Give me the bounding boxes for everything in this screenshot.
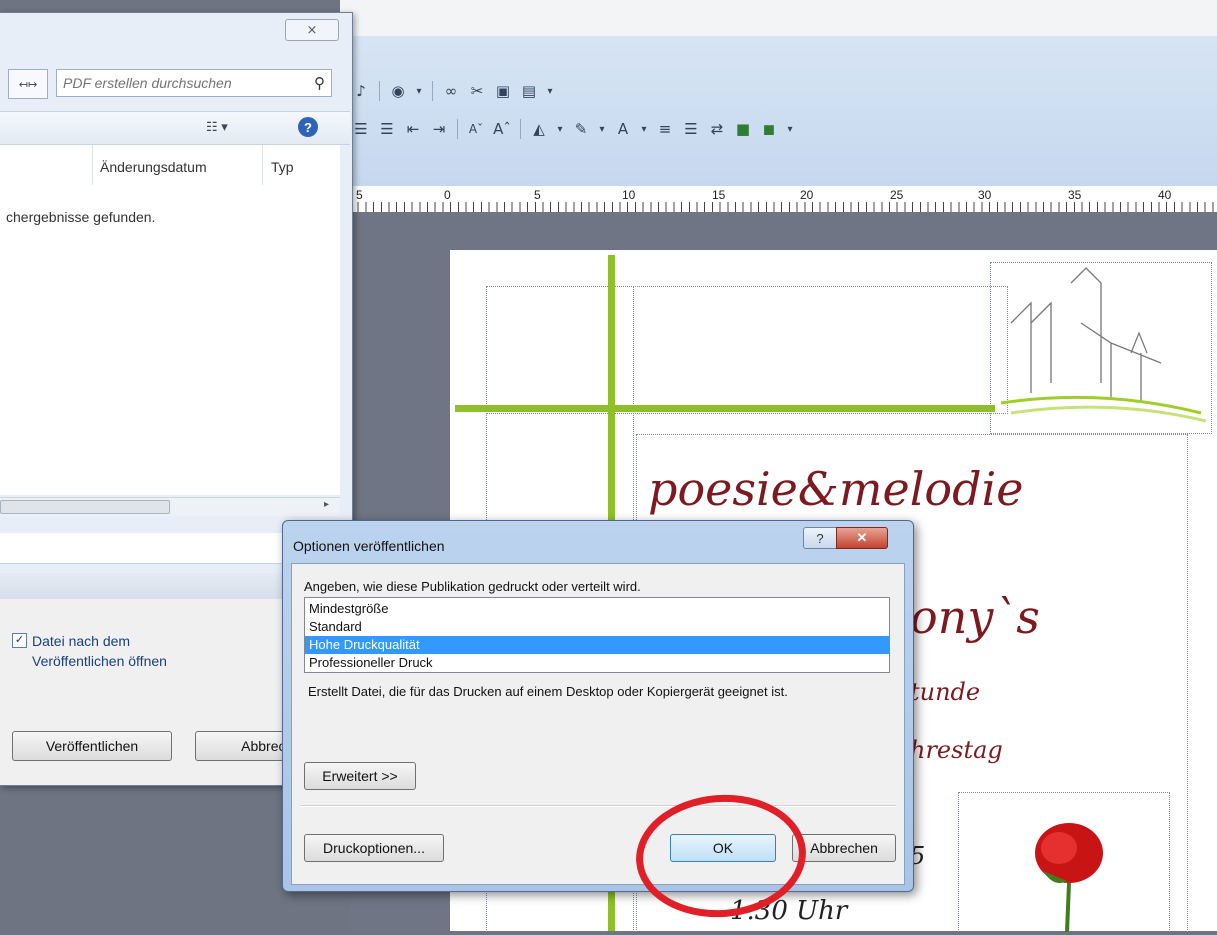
cancel-button[interactable]: Abbrechen [792,834,896,862]
search-input[interactable] [57,70,309,96]
ruler-number: 20 [800,188,814,202]
view-options-icon[interactable]: ☷ ▾ [206,119,228,135]
open-after-checkbox[interactable]: ✓ [12,633,27,648]
text-box-link-icon[interactable]: ▣ [492,80,514,102]
list-item-minimum-size[interactable]: Mindestgröße [305,600,889,618]
toolbar-overflow-icon[interactable]: ▾ [413,80,425,102]
toolbar-row-formatting: ☰ ☰ ⇤ ⇥ Aˇ Aˆ ◭ ▾ ✎ ▾ A ▾ ≡ ☰ ⇄ ■ ◼ ▾ [350,116,796,142]
help-icon[interactable]: ◉ [387,80,409,102]
column-header-date[interactable]: Änderungsdatum [100,159,207,175]
shrink-font-icon[interactable]: Aˇ [465,118,487,140]
font-color-icon[interactable]: A [612,118,634,140]
ruler-number: 5 [534,188,541,202]
column-header-type[interactable]: Typ [271,159,294,175]
print-options-button[interactable]: Druckoptionen... [304,834,444,862]
numbered-list-icon[interactable]: ☰ [350,118,372,140]
toolbar-separator [457,119,458,139]
list-item-high-quality[interactable]: Hohe Druckqualität [305,636,889,654]
option-info-text: Erstellt Datei, die für das Drucken auf … [308,684,788,699]
ruler-number: 0 [444,188,451,202]
toolbar-separator [432,81,433,101]
unlink-icon[interactable]: ✂ [466,80,488,102]
toolbar-overflow-icon[interactable]: ▾ [544,80,556,102]
dialog-divider [300,805,896,807]
publisher-toolbar-area: ♪ ◉ ▾ ∞ ✂ ▣ ▤ ▾ ☰ ☰ ⇤ ⇥ Aˇ Aˆ ◭ ▾ ✎ ▾ A … [340,36,1217,186]
ruler-number: 40 [1158,188,1172,202]
publish-options-dialog: Optionen veröffentlichen ? ✕ Angeben, wi… [282,520,914,892]
open-after-label[interactable]: Datei nach dem Veröffentlichen öffnen [32,631,222,671]
format-painter-icon[interactable]: ♪ [350,80,372,102]
column-divider [262,145,263,185]
poster-line-3[interactable]: tunde [910,678,980,706]
search-box[interactable]: ⚲ [56,69,332,97]
ruler-ticks [350,202,1217,212]
scrollbar-thumb[interactable] [0,500,170,514]
help-icon[interactable]: ? [298,117,318,137]
close-button[interactable]: ⨯ [285,19,339,41]
toolbar-separator [520,119,521,139]
link-icon[interactable]: ∞ [440,80,462,102]
shadow-style-icon[interactable]: ■ [732,118,754,140]
toolbar-row-standard: ♪ ◉ ▾ ∞ ✂ ▣ ▤ ▾ [350,78,556,104]
increase-indent-icon[interactable]: ⇥ [428,118,450,140]
horizontal-ruler[interactable]: 5 0 5 10 15 20 25 30 35 40 [350,186,1217,213]
file-toolbar: ☷ ▾ ? [0,111,350,145]
font-color-dropdown-icon[interactable]: ▾ [638,118,650,140]
empty-results-text: chergebnisse gefunden. [6,209,156,225]
poster-line-2[interactable]: ony`s [910,590,1040,644]
close-icon: ✕ [856,530,868,545]
refresh-icon: ↤↦ [18,78,38,91]
dialog-title: Optionen veröffentlichen [293,538,445,554]
dialog-body: Angeben, wie diese Publikation gedruckt … [291,563,905,885]
3d-style-icon[interactable]: ◼ [758,118,780,140]
rose-image-icon [1035,823,1103,933]
file-list[interactable]: Änderungsdatum Typ chergebnisse gefunden… [0,145,340,495]
poster-line-4[interactable]: hrestag [910,736,1003,764]
advanced-button[interactable]: Erweitert >> [304,762,416,790]
poster-title[interactable]: poesie&melodie [648,462,1023,516]
ruler-number: 10 [622,188,636,202]
line-style-icon[interactable]: ≡ [654,118,676,140]
list-item-professional[interactable]: Professioneller Druck [305,654,889,672]
fill-color-dropdown-icon[interactable]: ▾ [554,118,566,140]
publish-button[interactable]: Veröffentlichen [12,731,172,761]
ruler-number: 25 [890,188,904,202]
publish-type-listbox[interactable]: Mindestgröße Standard Hohe Druckqualität… [304,597,890,673]
church-logo-icon [1000,267,1207,423]
ruler-number: 5 [356,188,363,202]
fill-color-icon[interactable]: ◭ [528,118,550,140]
toolbar-separator [379,81,380,101]
help-button[interactable]: ? [803,527,837,549]
close-icon: ⨯ [306,22,318,37]
list-item-standard[interactable]: Standard [305,618,889,636]
toolbar-overflow-icon[interactable]: ▾ [784,118,796,140]
image-frame-rose[interactable] [958,792,1170,933]
column-divider [92,145,93,185]
text-box-next-icon[interactable]: ▤ [518,80,540,102]
line-color-icon[interactable]: ✎ [570,118,592,140]
refresh-button[interactable]: ↤↦ [8,69,48,99]
ruler-number: 15 [712,188,726,202]
logo-frame[interactable] [990,262,1212,434]
decrease-indent-icon[interactable]: ⇤ [402,118,424,140]
bullet-list-icon[interactable]: ☰ [376,118,398,140]
dash-style-icon[interactable]: ☰ [680,118,702,140]
horizontal-scrollbar[interactable]: ▸ [0,497,340,516]
ruler-number: 30 [978,188,992,202]
ruler-number: 35 [1068,188,1082,202]
help-icon: ? [816,530,824,546]
close-button[interactable]: ✕ [836,527,888,549]
search-icon[interactable]: ⚲ [314,74,325,92]
publisher-title-strip [340,0,1217,36]
scroll-right-icon[interactable]: ▸ [324,499,329,510]
grow-font-icon[interactable]: Aˆ [491,118,513,140]
description-label: Angeben, wie diese Publikation gedruckt … [304,579,641,594]
layout-guide-horizontal[interactable] [455,405,995,412]
line-color-dropdown-icon[interactable]: ▾ [596,118,608,140]
arrow-style-icon[interactable]: ⇄ [706,118,728,140]
